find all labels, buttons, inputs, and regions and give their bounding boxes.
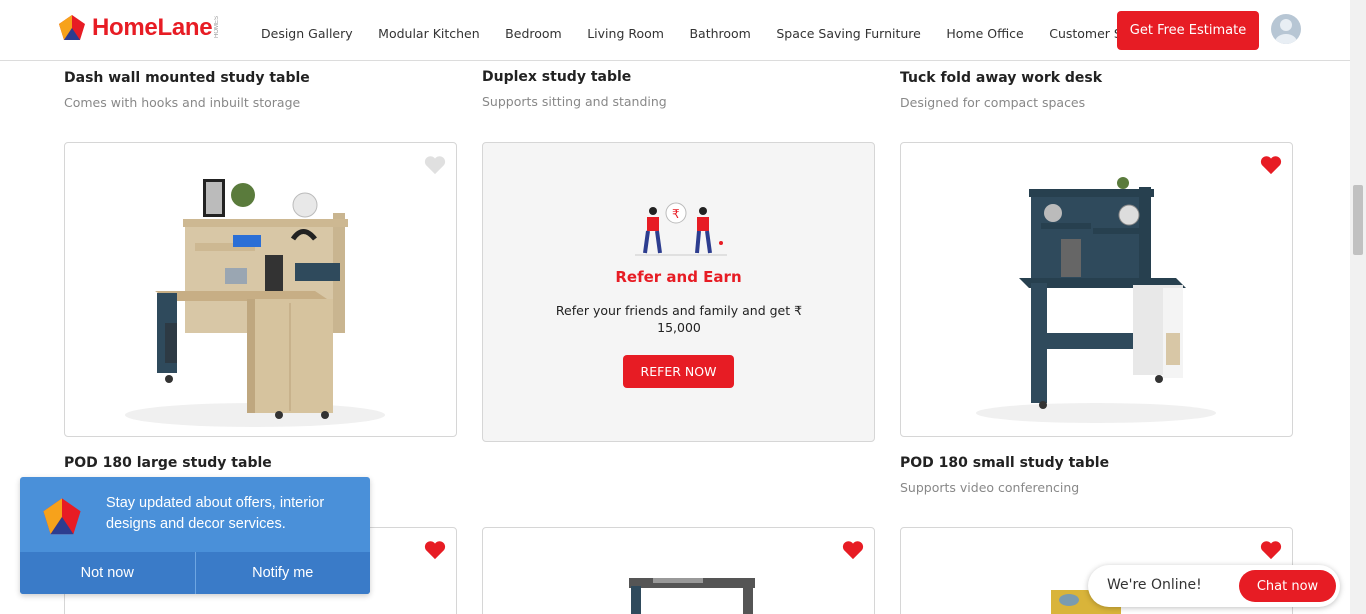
refer-description: Refer your friends and family and get ₹ … [555,303,803,335]
product-subtitle: Supports video conferencing [900,480,1080,495]
product-title[interactable]: Dash wall mounted study table [64,70,310,86]
nav-space-saving-furniture[interactable]: Space Saving Furniture [776,26,920,41]
favorite-heart-icon[interactable] [424,540,446,560]
favorite-heart-icon[interactable] [1260,155,1282,175]
favorite-heart-icon[interactable] [424,155,446,175]
nav-modular-kitchen[interactable]: Modular Kitchen [378,26,480,41]
refer-and-earn-card: ₹ Refer and Earn Refer your friends and … [482,142,875,442]
logo-superscript: HOMES [214,15,221,38]
study-table-small-image [976,177,1216,423]
chat-now-button[interactable]: Chat now [1239,570,1336,602]
nav-bedroom[interactable]: Bedroom [505,26,562,41]
refer-now-button[interactable]: REFER NOW [623,355,734,388]
product-card[interactable] [482,527,875,614]
logo-mark-icon [43,498,81,535]
product-card[interactable] [900,142,1293,437]
logo-text: HomeLane [92,14,213,41]
product-subtitle: Comes with hooks and inbuilt storage [64,95,301,110]
product-subtitle: Designed for compact spaces [900,95,1086,110]
refer-title: Refer and Earn [615,268,742,286]
product-title[interactable]: Tuck fold away work desk [900,70,1102,86]
notification-actions: Not now Notify me [20,552,370,594]
product-subtitle: Supports sitting and standing [482,94,667,109]
not-now-button[interactable]: Not now [20,552,195,594]
favorite-heart-icon[interactable] [842,540,864,560]
page: HomeLane HOMES Design Gallery Modular Ki… [0,0,1366,614]
nav-home-office[interactable]: Home Office [946,26,1023,41]
site-header: HomeLane HOMES Design Gallery Modular Ki… [0,0,1350,61]
study-table-image [629,578,755,614]
rupee-icon: ₹ [672,207,680,221]
product-title[interactable]: POD 180 large study table [64,455,272,471]
notify-me-button[interactable]: Notify me [194,552,371,594]
notification-prompt: Stay updated about offers, interior desi… [20,477,370,594]
get-free-estimate-button[interactable]: Get Free Estimate [1117,11,1259,50]
product-title[interactable]: Duplex study table [482,69,631,85]
logo-mark-icon [59,15,85,40]
scrollbar-thumb[interactable] [1353,185,1363,255]
study-table-large-image [125,179,385,427]
product-title[interactable]: POD 180 small study table [900,455,1109,471]
main-nav: Design Gallery Modular Kitchen Bedroom L… [261,26,1183,41]
notification-message: Stay updated about offers, interior desi… [106,495,325,532]
product-card[interactable] [64,142,457,437]
nav-living-room[interactable]: Living Room [587,26,664,41]
page-scrollbar[interactable] [1350,0,1366,614]
homelane-logo[interactable]: HomeLane HOMES [58,14,220,42]
favorite-heart-icon[interactable] [1260,540,1282,560]
refer-illustration: ₹ [635,202,727,256]
chat-widget: We're Online! Chat now [1088,565,1340,607]
nav-design-gallery[interactable]: Design Gallery [261,26,353,41]
nav-bathroom[interactable]: Bathroom [689,26,750,41]
chat-status: We're Online! [1107,577,1202,593]
user-avatar-icon[interactable] [1271,14,1301,44]
